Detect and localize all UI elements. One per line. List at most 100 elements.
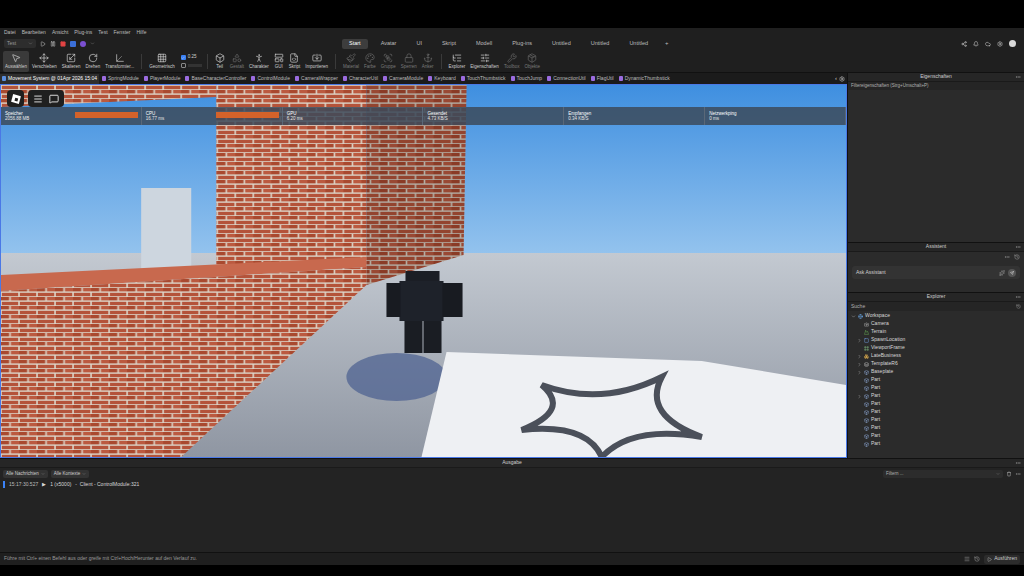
toolbar-button[interactable]: Transformier... [103,51,136,72]
more-icon[interactable] [1015,74,1021,80]
menu-item[interactable]: Test [98,29,107,37]
toolbar-button[interactable]: Toolbox [502,51,522,72]
doc-tab[interactable]: Movement System @ 01Apr 2026 15:04 [0,74,99,84]
doc-tab[interactable]: ConnectionUtil [545,74,588,84]
tree-row[interactable]: Part [848,440,1024,448]
ribbon-tab[interactable]: UI [409,39,429,49]
pause-icon[interactable] [50,41,56,47]
tree-row[interactable]: Workspace [848,312,1024,320]
game-scene[interactable] [1,85,846,457]
tree-row[interactable]: Part [848,432,1024,440]
toolbar-button[interactable]: Sperren [399,51,419,72]
tree-row[interactable]: Part [848,400,1024,408]
menu-item[interactable]: Plug-ins [74,29,92,37]
toolbar-button[interactable]: Material [341,51,361,72]
expand-icon[interactable] [857,338,862,343]
output-filter-dropdown[interactable]: Alle Nachrichten [3,470,48,478]
toolbar-button[interactable]: Farbe [362,51,378,72]
doc-tab[interactable]: FlagUtil [589,74,616,84]
doc-tab[interactable]: BaseCharacterController [183,74,248,84]
hamburger-icon[interactable] [33,94,43,104]
more-icon[interactable] [1004,254,1010,260]
toolbar-button[interactable]: Skalieren [60,51,83,72]
chat-icon[interactable] [49,94,59,104]
doc-tab[interactable]: TouchThumbstick [459,74,508,84]
ribbon-tab[interactable]: Untitled [584,39,617,49]
expand-icon[interactable] [851,314,856,319]
doc-tab[interactable]: Keyboard [426,74,457,84]
more-icon[interactable] [1015,460,1021,466]
toolbar-button[interactable]: Anker [420,51,436,72]
snap-settings[interactable]: 0.25 [181,54,202,68]
toolbar-button[interactable]: Auswählen [3,51,29,72]
toolbar-button[interactable]: Drehen [84,51,103,72]
ribbon-tab[interactable]: Avatar [374,39,404,49]
gear-icon[interactable] [839,76,845,82]
ribbon-tab[interactable]: Skript [435,39,463,49]
toolbar-button[interactable]: Teil [213,51,227,72]
ribbon-tab[interactable]: Plug-ins [505,39,539,49]
tree-row[interactable]: Part [848,392,1024,400]
clear-icon[interactable] [1006,471,1012,477]
snap-checkbox[interactable] [181,55,186,60]
properties-filter[interactable]: Filtereigenschaften (Strg+Umschalt+P) [848,82,1024,90]
bell-icon[interactable] [973,41,979,47]
settings-icon[interactable] [997,41,1003,47]
menu-item[interactable]: Bearbeiten [22,29,46,37]
ribbon-tab[interactable]: Untitled [545,39,578,49]
menu-item[interactable]: Datei [4,29,16,37]
roblox-menu-button[interactable] [7,90,24,107]
menu-item[interactable]: Ansicht [52,29,68,37]
avatar-icon[interactable] [1009,40,1016,47]
tree-row[interactable]: Baseplate [848,368,1024,376]
tab-overflow-button[interactable]: ‹ [833,74,839,83]
ribbon-tab[interactable]: Start [342,39,368,49]
more-icon[interactable] [1015,471,1021,477]
tree-row[interactable]: SpawnLocation [848,336,1024,344]
output-filter-input[interactable]: Filtern ... [883,470,1003,478]
toolbar-button[interactable]: Gruppe [379,51,398,72]
doc-tab[interactable]: PlayerModule [142,74,183,84]
tree-row[interactable]: Terrain [848,328,1024,336]
history-icon[interactable] [974,556,980,562]
send-button[interactable] [1008,269,1016,277]
add-tab-button[interactable]: + [661,39,673,48]
toolbar-button[interactable]: Skript [287,51,303,72]
menu-item[interactable]: Fenster [114,29,131,37]
expand-icon[interactable] [857,394,862,399]
doc-tab[interactable]: CameraModule [381,74,425,84]
play-icon[interactable] [40,41,46,47]
command-input[interactable]: Führe mit Ctrl+ einen Befehl aus oder gr… [4,555,960,563]
ribbon-tab[interactable]: Modell [469,39,499,49]
team-icon[interactable] [80,41,86,47]
ribbon-tab[interactable]: Untitled [622,39,655,49]
doc-tab[interactable]: CharacterUtil [341,74,380,84]
output-line[interactable]: 15:17:30.527▶1 (x5000)- Client - Control… [0,480,1024,489]
run-button[interactable]: Ausführen [984,555,1020,564]
doc-tab[interactable]: DynamicThumbstick [617,74,672,84]
client-server-icon[interactable] [70,41,76,47]
tree-row[interactable]: Part [848,424,1024,432]
history-icon[interactable] [1014,254,1020,260]
assistant-input[interactable]: Ask Assistant [852,266,1020,279]
tree-row[interactable]: ViewportFrame [848,344,1024,352]
viewport[interactable]: Speicher2056.88 MBCPU16.77 msGPU6.20 msG… [0,84,847,458]
history-icon[interactable] [1016,304,1021,309]
chevron-icon[interactable] [90,41,95,46]
toolbar-button[interactable]: Objekte [522,51,542,72]
toolbar-button[interactable]: Charakter [247,51,271,72]
toolbar-button[interactable]: GUI [272,51,286,72]
doc-tab[interactable]: TouchJump [509,74,545,84]
toolbar-button[interactable]: Explorer [447,51,468,72]
share-icon[interactable] [961,41,967,47]
toolbar-button[interactable]: Gestalt [228,51,246,72]
more-icon[interactable] [1015,244,1021,250]
cloud-icon[interactable] [985,41,991,47]
output-filter-dropdown[interactable]: Alle Kontexte [51,470,90,478]
tree-row[interactable]: LateBusiness [848,352,1024,360]
tree-row[interactable]: TemplateR6 [848,360,1024,368]
tree-row[interactable]: Part [848,384,1024,392]
tree-row[interactable]: Part [848,408,1024,416]
toolbar-button[interactable]: Eigenschaften [468,51,501,72]
stop-icon[interactable] [60,41,66,47]
